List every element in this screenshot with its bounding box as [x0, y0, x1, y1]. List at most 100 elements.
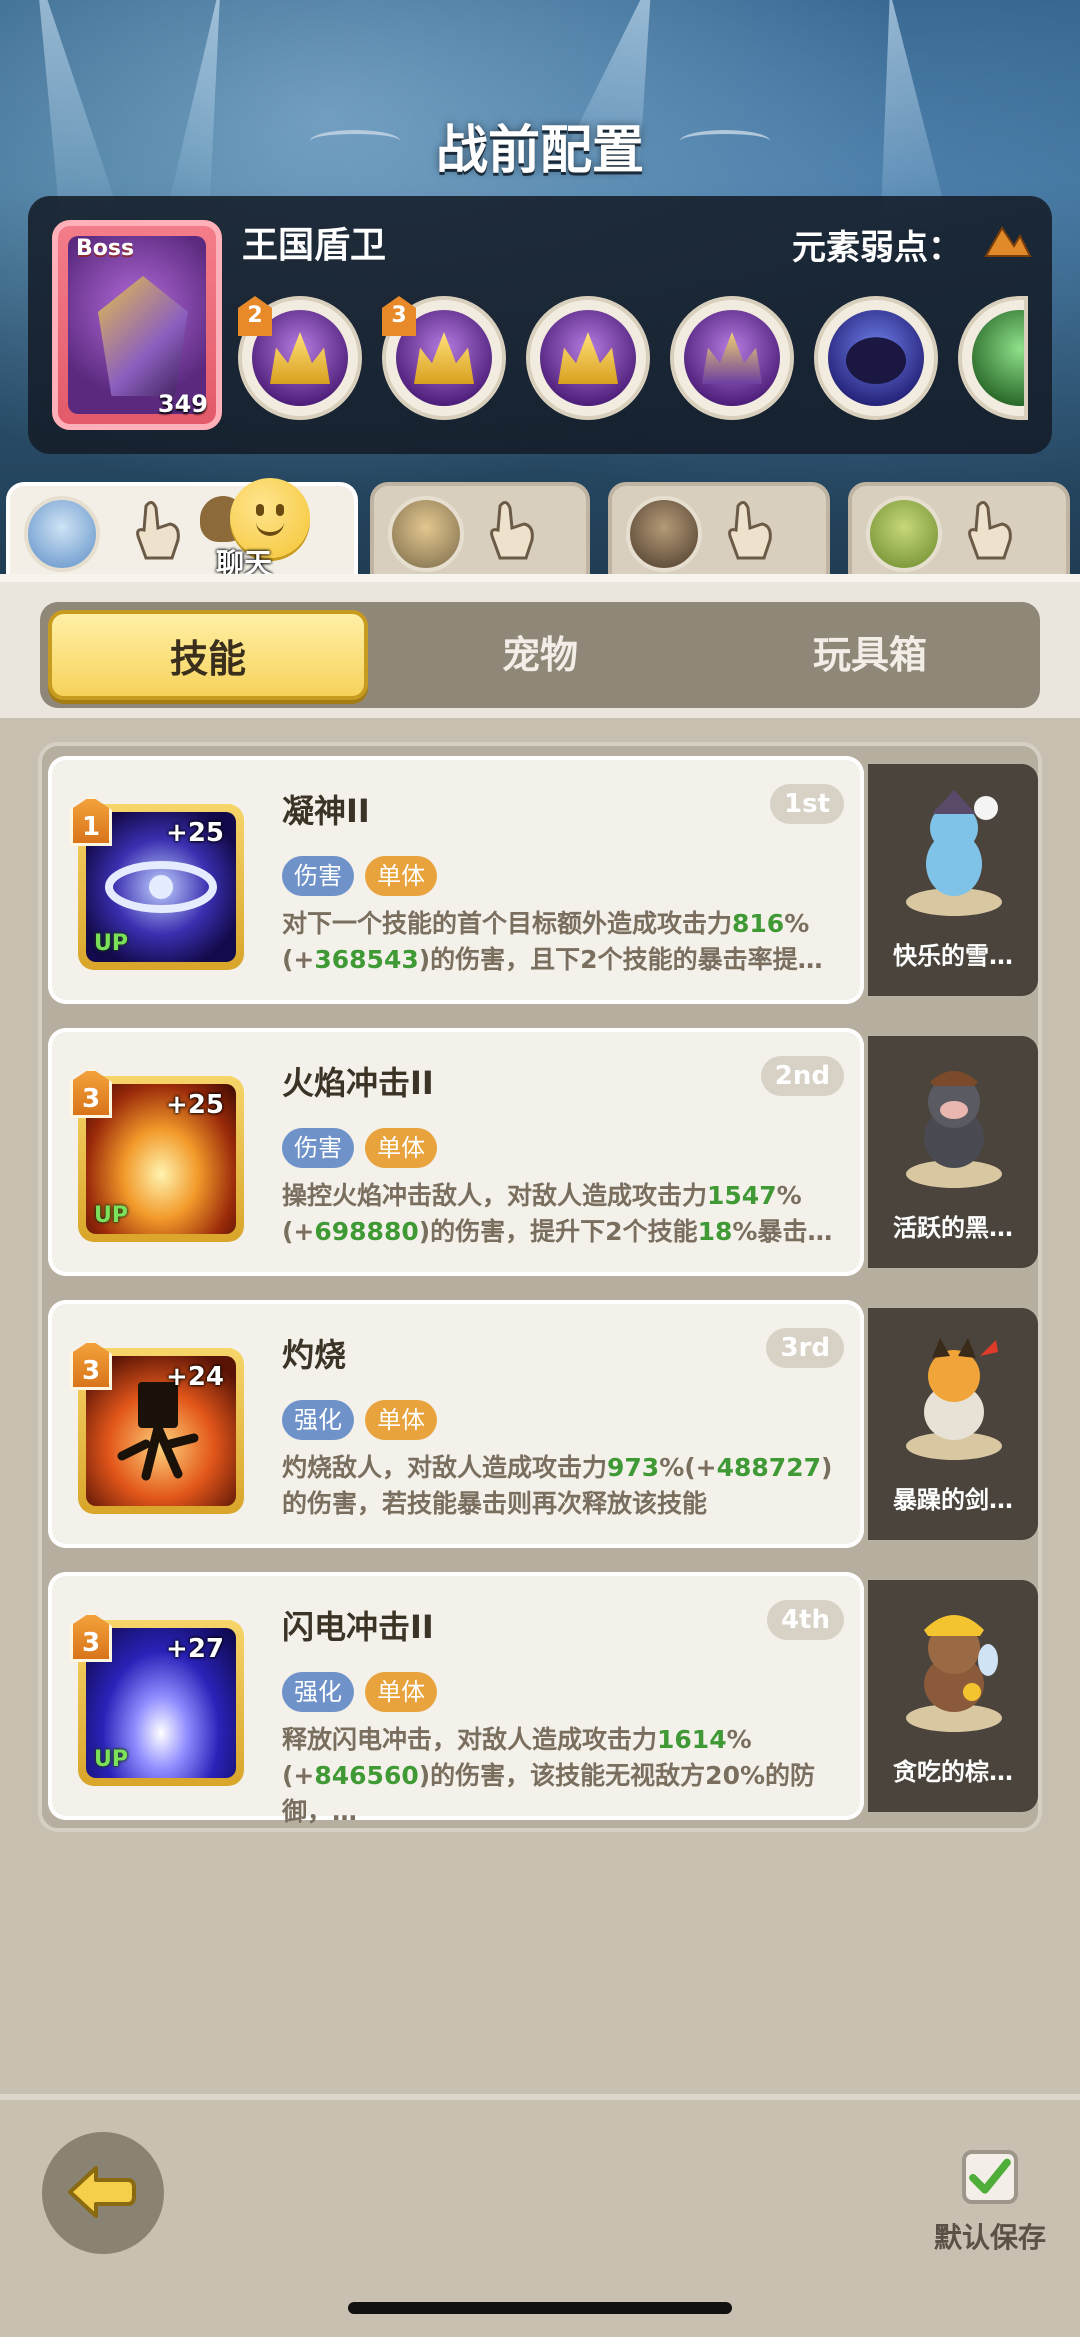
- back-button[interactable]: [42, 2132, 164, 2254]
- checkbox[interactable]: [962, 2150, 1018, 2204]
- skill-tags: 强化 单体: [282, 1672, 443, 1712]
- hero-avatar: [24, 496, 100, 572]
- skill-tags: 伤害 单体: [282, 856, 443, 896]
- skill-list: +25 UP 1 凝神II 1st 伤害 单体 对下一个技能的首个目标额外造成攻…: [38, 742, 1042, 1832]
- boss-info-panel: Boss 349 王国盾卫 元素弱点： 2 3: [28, 196, 1052, 454]
- highlight-value: 18: [697, 1217, 733, 1246]
- footer-bar: 默认保存: [0, 2094, 1080, 2337]
- skill-description: 释放闪电冲击，对敌人造成攻击力1614%(+846560)的伤害，该技能无视敌方…: [282, 1722, 842, 1830]
- earth-element-icon[interactable]: [984, 222, 1032, 258]
- skill-rank-badge: 3rd: [766, 1328, 844, 1368]
- shadow-beast-icon: [828, 310, 924, 406]
- desc-text: )的伤害，提升下2个技能: [418, 1217, 698, 1246]
- skill-up-label: UP: [94, 931, 128, 956]
- boss-armor-icon: [98, 276, 188, 396]
- skill-plus: +24: [166, 1362, 224, 1392]
- skill-card[interactable]: +24 3 灼烧 3rd 强化 单体 灼烧敌人，对敌人造成攻击力973%(+48…: [48, 1300, 864, 1548]
- skill-tag: 单体: [365, 1128, 438, 1168]
- boss-label: Boss: [76, 236, 135, 261]
- check-icon: [969, 2158, 1011, 2194]
- highlight-value: 1614: [657, 1725, 727, 1754]
- desc-text: %(+: [659, 1453, 717, 1482]
- snow-pet-icon: [926, 790, 998, 896]
- skill-tags: 伤害 单体: [282, 1128, 443, 1168]
- skill-tag: 单体: [365, 856, 438, 896]
- boss-skill-orb[interactable]: 3: [382, 296, 506, 420]
- skill-description: 操控火焰冲击敌人，对敌人造成攻击力1547%(+698880)的伤害，提升下2个…: [282, 1178, 842, 1250]
- tab-pets[interactable]: 宠物: [380, 610, 700, 700]
- hero-avatar: [866, 496, 942, 572]
- boss-skill-orb[interactable]: [526, 296, 650, 420]
- tap-hand-icon: [728, 501, 772, 560]
- pet-slot[interactable]: 活跃的黑…: [868, 1036, 1038, 1268]
- skill-plus: +25: [166, 1090, 224, 1120]
- tap-hand-icon: [968, 501, 1012, 560]
- desc-text: 操控火焰冲击敌人，对敌人造成攻击力: [282, 1181, 708, 1210]
- desc-text: 释放闪电冲击，对敌人造成攻击力: [282, 1725, 658, 1754]
- black-boar-pet-icon: [924, 1071, 984, 1168]
- highlight-value: 488727: [716, 1453, 821, 1482]
- default-save-toggle[interactable]: 默认保存: [930, 2150, 1060, 2260]
- boss-level: 349: [157, 390, 208, 418]
- tab-toybox[interactable]: 玩具箱: [710, 610, 1030, 700]
- highlight-value: 1547: [707, 1181, 777, 1210]
- pet-slot[interactable]: 贪吃的棕…: [868, 1580, 1038, 1812]
- hero-avatar: [388, 496, 464, 572]
- golden-crest-icon: [540, 310, 636, 406]
- segment-tab-area: 技能 宠物 玩具箱: [0, 574, 1080, 718]
- skill-tag: 单体: [365, 1400, 438, 1440]
- boss-portrait: [68, 236, 206, 414]
- pet-name: 活跃的黑…: [893, 1214, 1013, 1242]
- skill-tags: 强化 单体: [282, 1400, 443, 1440]
- nature-skill-icon: [972, 310, 1024, 406]
- tap-hand-icon: [490, 501, 534, 560]
- boss-card[interactable]: Boss 349: [52, 220, 222, 430]
- skill-card[interactable]: +25 UP 3 火焰冲击II 2nd 伤害 单体 操控火焰冲击敌人，对敌人造成…: [48, 1028, 864, 1276]
- skill-card[interactable]: +25 UP 1 凝神II 1st 伤害 单体 对下一个技能的首个目标额外造成攻…: [48, 756, 864, 1004]
- skill-row[interactable]: +27 UP 3 闪电冲击II 4th 强化 单体 释放闪电冲击，对敌人造成攻击…: [48, 1572, 1038, 1826]
- skill-description: 对下一个技能的首个目标额外造成攻击力816%(+368543)的伤害，且下2个技…: [282, 906, 842, 978]
- tap-hand-icon: [136, 501, 180, 560]
- element-weakness-label: 元素弱点：: [792, 228, 962, 268]
- highlight-value: 368543: [314, 945, 419, 974]
- skill-card[interactable]: +27 UP 3 闪电冲击II 4th 强化 单体 释放闪电冲击，对敌人造成攻击…: [48, 1572, 864, 1826]
- pet-name: 快乐的雪…: [893, 942, 1013, 970]
- hero-tab-4[interactable]: [848, 482, 1070, 574]
- skill-row[interactable]: +25 UP 1 凝神II 1st 伤害 单体 对下一个技能的首个目标额外造成攻…: [48, 756, 1038, 1004]
- header-banner: 战前配置 Boss 349 王国盾卫 元素弱点： 2 3: [0, 0, 1080, 600]
- tab-skills[interactable]: 技能: [48, 610, 368, 700]
- skill-plus: +27: [166, 1634, 224, 1664]
- skill-tag: 单体: [365, 1672, 438, 1712]
- hero-tab-2[interactable]: [370, 482, 590, 574]
- boss-skill-orb[interactable]: 2: [238, 296, 362, 420]
- highlight-value: 973: [607, 1453, 660, 1482]
- hero-avatar: [626, 496, 702, 572]
- skill-up-label: UP: [94, 1747, 128, 1772]
- boss-skill-orb[interactable]: [670, 296, 794, 420]
- boss-skill-orb[interactable]: [958, 296, 1028, 420]
- skill-rank-badge: 1st: [770, 784, 844, 824]
- boss-name: 王国盾卫: [242, 225, 387, 266]
- skill-tag: 强化: [282, 1400, 354, 1440]
- skill-level-badge: 2: [238, 296, 272, 336]
- highlight-value: 698880: [314, 1217, 419, 1246]
- skill-plus: +25: [166, 818, 224, 848]
- skill-row[interactable]: +25 UP 3 火焰冲击II 2nd 伤害 单体 操控火焰冲击敌人，对敌人造成…: [48, 1028, 1038, 1276]
- loadout-panel: 技能 宠物 玩具箱 +25 UP 1 凝神II 1st 伤害 单体 对下一个技能…: [0, 574, 1080, 2094]
- default-save-label: 默认保存: [933, 2221, 1046, 2254]
- skill-level-badge: 3: [382, 296, 416, 336]
- hero-tab-3[interactable]: [608, 482, 830, 574]
- hero-tab-bar: [0, 482, 1080, 574]
- boss-skill-orb[interactable]: [814, 296, 938, 420]
- skill-name: 火焰冲击II: [282, 1064, 434, 1102]
- sword-cat-pet-icon: [924, 1338, 998, 1440]
- pet-slot[interactable]: 暴躁的剑…: [868, 1308, 1038, 1540]
- highlight-value: 846560: [314, 1761, 419, 1790]
- pet-slot[interactable]: 快乐的雪…: [868, 764, 1038, 996]
- skill-name: 灼烧: [282, 1336, 347, 1374]
- skill-description: 灼烧敌人，对敌人造成攻击力973%(+488727)的伤害，若技能暴击则再次释放…: [282, 1450, 842, 1522]
- page-title: 战前配置: [435, 121, 644, 181]
- skill-row[interactable]: +24 3 灼烧 3rd 强化 单体 灼烧敌人，对敌人造成攻击力973%(+48…: [48, 1300, 1038, 1548]
- desc-text: 对下一个技能的首个目标额外造成攻击力: [282, 909, 733, 938]
- highlight-value: 816: [732, 909, 785, 938]
